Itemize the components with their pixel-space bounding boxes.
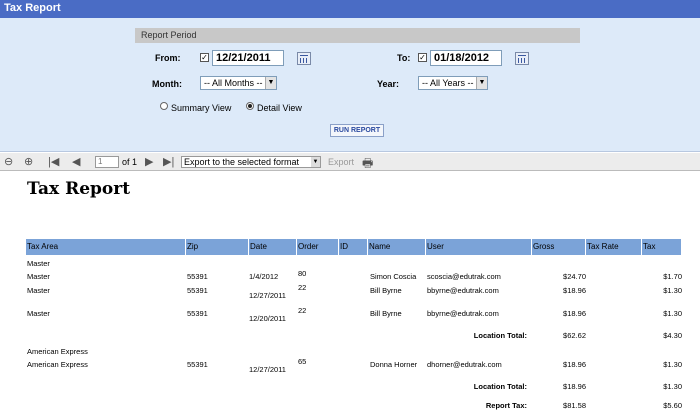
first-page-icon[interactable]: |◀ [48,155,59,168]
forward-icon[interactable]: ⊕ [24,155,33,168]
year-select-value: -- All Years -- [422,78,474,88]
from-calendar-icon[interactable] [297,52,311,65]
cell-order: 65 [298,357,307,366]
cell-gross: $18.96 [563,360,586,369]
month-select-value: -- All Months -- [204,78,263,88]
location-total-tax: $1.30 [663,382,682,391]
column-header: Tax Rate [586,239,642,255]
column-header: Tax [642,239,682,255]
cell-date: 12/27/2011 [249,291,286,300]
cell-order: 22 [298,283,307,292]
cell-name: Simon Coscia [370,272,417,281]
cell-name: Donna Horner [370,360,418,369]
cell-tax: $1.30 [663,309,682,318]
back-icon[interactable]: ⊖ [4,155,13,168]
cell-gross: $18.96 [563,286,586,295]
to-label: To: [397,53,411,63]
run-report-button[interactable]: RUN REPORT [330,124,384,137]
report-title: Tax Report [27,179,131,199]
report-total-tax: $5.60 [663,401,682,410]
chevron-down-icon: ▼ [265,77,276,89]
page-count: of 1 [122,157,138,167]
cell-date: 12/20/2011 [249,314,286,323]
summary-view-radio[interactable] [160,102,168,110]
cell-user: bbyrne@edutrak.com [427,309,499,318]
cell-date: 1/4/2012 [249,272,279,281]
year-label: Year: [377,79,400,89]
cell-date: 12/27/2011 [249,365,286,374]
cell-tax-area: Master [27,272,50,281]
export-button[interactable]: Export [328,157,354,167]
column-header: Order [297,239,339,255]
cell-order: 80 [298,269,307,278]
report-total-gross: $81.58 [563,401,586,410]
next-page-icon[interactable]: ▶ [145,155,153,168]
window-title: Tax Report [0,0,700,18]
cell-tax: $1.30 [663,360,682,369]
report-tax-label: Report Tax: [485,401,527,410]
column-header: Gross [532,239,586,255]
table-header: Tax Area Zip Date Order ID Name User Gro… [26,239,682,255]
column-header: Zip [186,239,249,255]
report-toolbar: ⊖ ⊕ |◀ ◀ 1 of 1 ▶ ▶| Export to the selec… [0,153,700,171]
report-period-header: Report Period [135,28,580,43]
location-total-gross: $62.62 [563,331,586,340]
from-label: From: [155,53,181,63]
previous-page-icon[interactable]: ◀ [72,155,80,168]
to-calendar-icon[interactable] [515,52,529,65]
cell-tax-area: Master [27,309,50,318]
from-date-input[interactable]: 12/21/2011 [212,50,284,66]
cell-zip: 55391 [187,272,208,281]
cell-zip: 55391 [187,286,208,295]
cell-name: Bill Byrne [370,286,402,295]
summary-view-label: Summary View [171,103,232,113]
cell-tax: $1.70 [663,272,682,281]
chevron-down-icon: ▼ [476,77,487,89]
detail-view-radio[interactable] [246,102,254,110]
group-label: Master [27,259,50,268]
page-number-input[interactable]: 1 [95,156,119,168]
export-format-select[interactable]: Export to the selected format ▼ [181,156,321,168]
cell-tax: $1.30 [663,286,682,295]
cell-gross: $24.70 [563,272,586,281]
cell-user: dhorner@edutrak.com [427,360,502,369]
cell-tax-area: Master [27,286,50,295]
column-header: Tax Area [26,239,186,255]
group-label: American Express [27,347,88,356]
column-header: User [426,239,532,255]
column-header: Name [368,239,426,255]
cell-user: scoscia@edutrak.com [427,272,501,281]
location-total-tax: $4.30 [663,331,682,340]
cell-order: 22 [298,306,307,315]
chevron-down-icon: ▼ [311,157,320,167]
print-icon[interactable]: 🖶 [362,154,373,175]
location-total-label: Location Total: [473,382,527,391]
cell-gross: $18.96 [563,309,586,318]
detail-view-label: Detail View [257,103,302,113]
cell-zip: 55391 [187,360,208,369]
column-header: Date [249,239,297,255]
month-select[interactable]: -- All Months -- ▼ [200,76,277,90]
cell-tax-area: American Express [27,360,88,369]
month-label: Month: [152,79,182,89]
location-total-label: Location Total: [473,331,527,340]
parameters-panel: Report Period From: ✓ 12/21/2011 To: ✓ 0… [0,18,700,152]
year-select[interactable]: -- All Years -- ▼ [418,76,488,90]
cell-user: bbyrne@edutrak.com [427,286,499,295]
cell-zip: 55391 [187,309,208,318]
to-checkbox[interactable]: ✓ [418,53,427,62]
to-date-input[interactable]: 01/18/2012 [430,50,502,66]
export-format-value: Export to the selected format [184,157,300,167]
from-checkbox[interactable]: ✓ [200,53,209,62]
last-page-icon[interactable]: ▶| [163,155,174,168]
location-total-gross: $18.96 [563,382,586,391]
cell-name: Bill Byrne [370,309,402,318]
column-header: ID [339,239,368,255]
